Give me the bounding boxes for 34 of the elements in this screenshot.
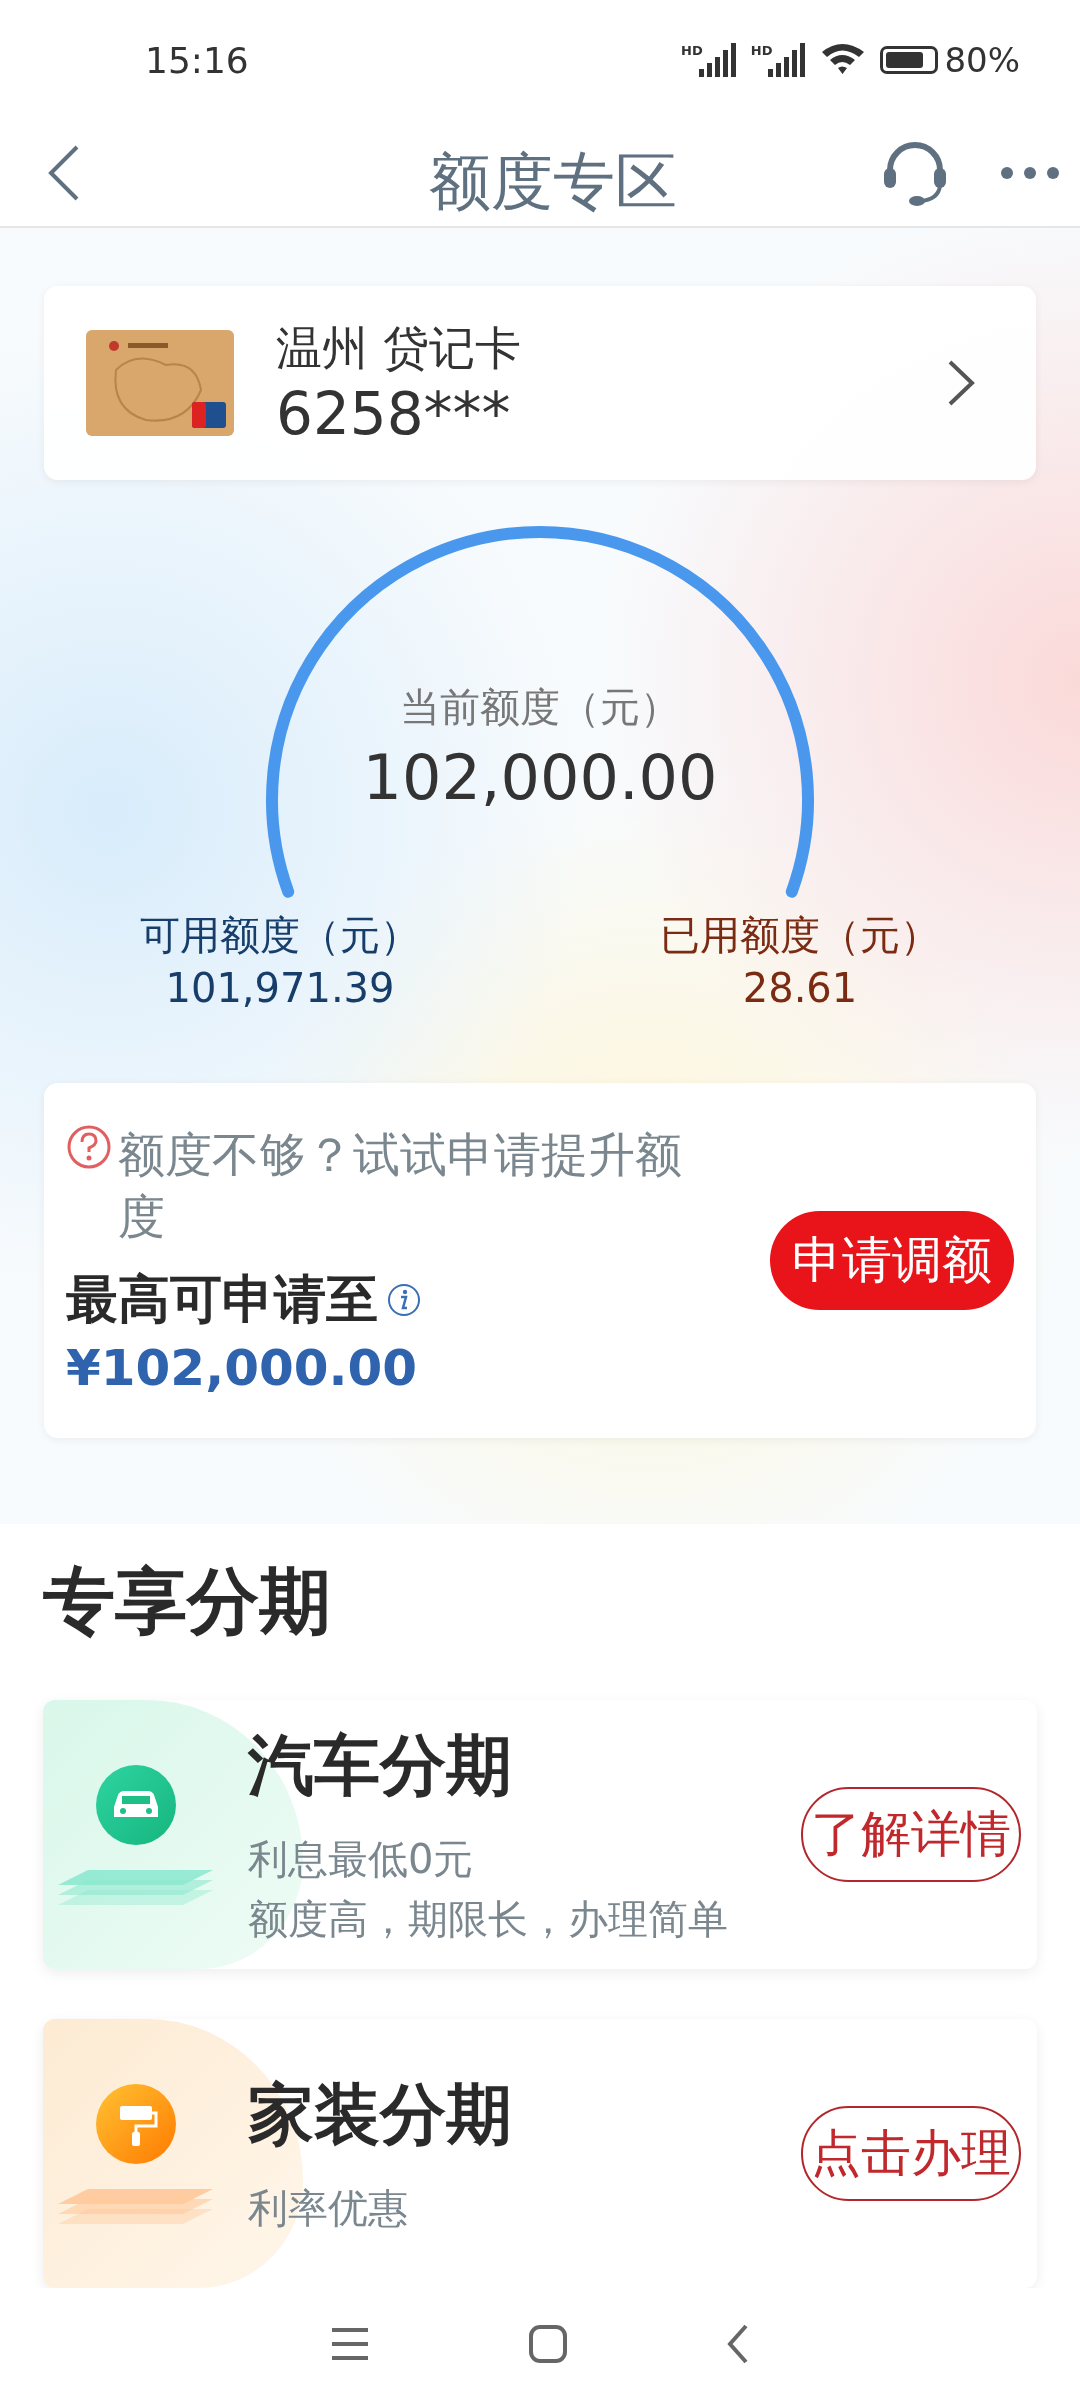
max-limit-amount: ¥102,000.00 [66, 1338, 419, 1397]
card-selector[interactable]: 温州 贷记卡 6258*** [44, 286, 1036, 480]
bank-card-icon [86, 330, 234, 436]
section-title: 专享分期 [43, 1558, 332, 1645]
network-label: HD [681, 43, 703, 58]
product-description: 利息最低0元 [248, 1834, 475, 1884]
upgrade-question: 额度不够？试试申请提升额度 [118, 1126, 683, 1246]
more-icon [1000, 166, 1060, 180]
product-title: 汽车分期 [248, 1725, 513, 1806]
limit-label: 当前额度（元） [400, 683, 680, 732]
details-button[interactable]: 了解详情 [801, 1787, 1021, 1882]
max-limit-label: 最高可申请至 [66, 1267, 378, 1331]
limit-amount: 102,000.00 [362, 741, 718, 814]
available-label: 可用额度（元） [140, 911, 420, 960]
question-icon [66, 1124, 112, 1171]
product-description: 额度高，期限长，办理简单 [248, 1894, 729, 1944]
network-label: HD [750, 43, 773, 58]
chevron-right-icon [946, 358, 976, 408]
product-description: 利率优惠 [248, 2183, 409, 2233]
home-icon [529, 2325, 567, 2363]
card-number: 6258*** [276, 380, 512, 448]
battery-percent: 80% [944, 40, 1020, 80]
card-name: 温州 贷记卡 [276, 320, 522, 377]
info-icon [386, 1281, 422, 1318]
clock-time: 15:16 [145, 39, 249, 81]
details-button[interactable]: 点击办理 [801, 2106, 1021, 2201]
available-amount: 101,971.39 [165, 965, 395, 1011]
menu-icon [329, 2327, 370, 2361]
battery-icon [880, 46, 939, 74]
product-title: 家装分期 [248, 2074, 513, 2155]
used-amount: 28.61 [742, 965, 858, 1011]
used-label: 已用额度（元） [660, 911, 940, 960]
page-title: 额度专区 [428, 144, 677, 220]
apply-button[interactable]: 申请调额 [770, 1211, 1014, 1310]
